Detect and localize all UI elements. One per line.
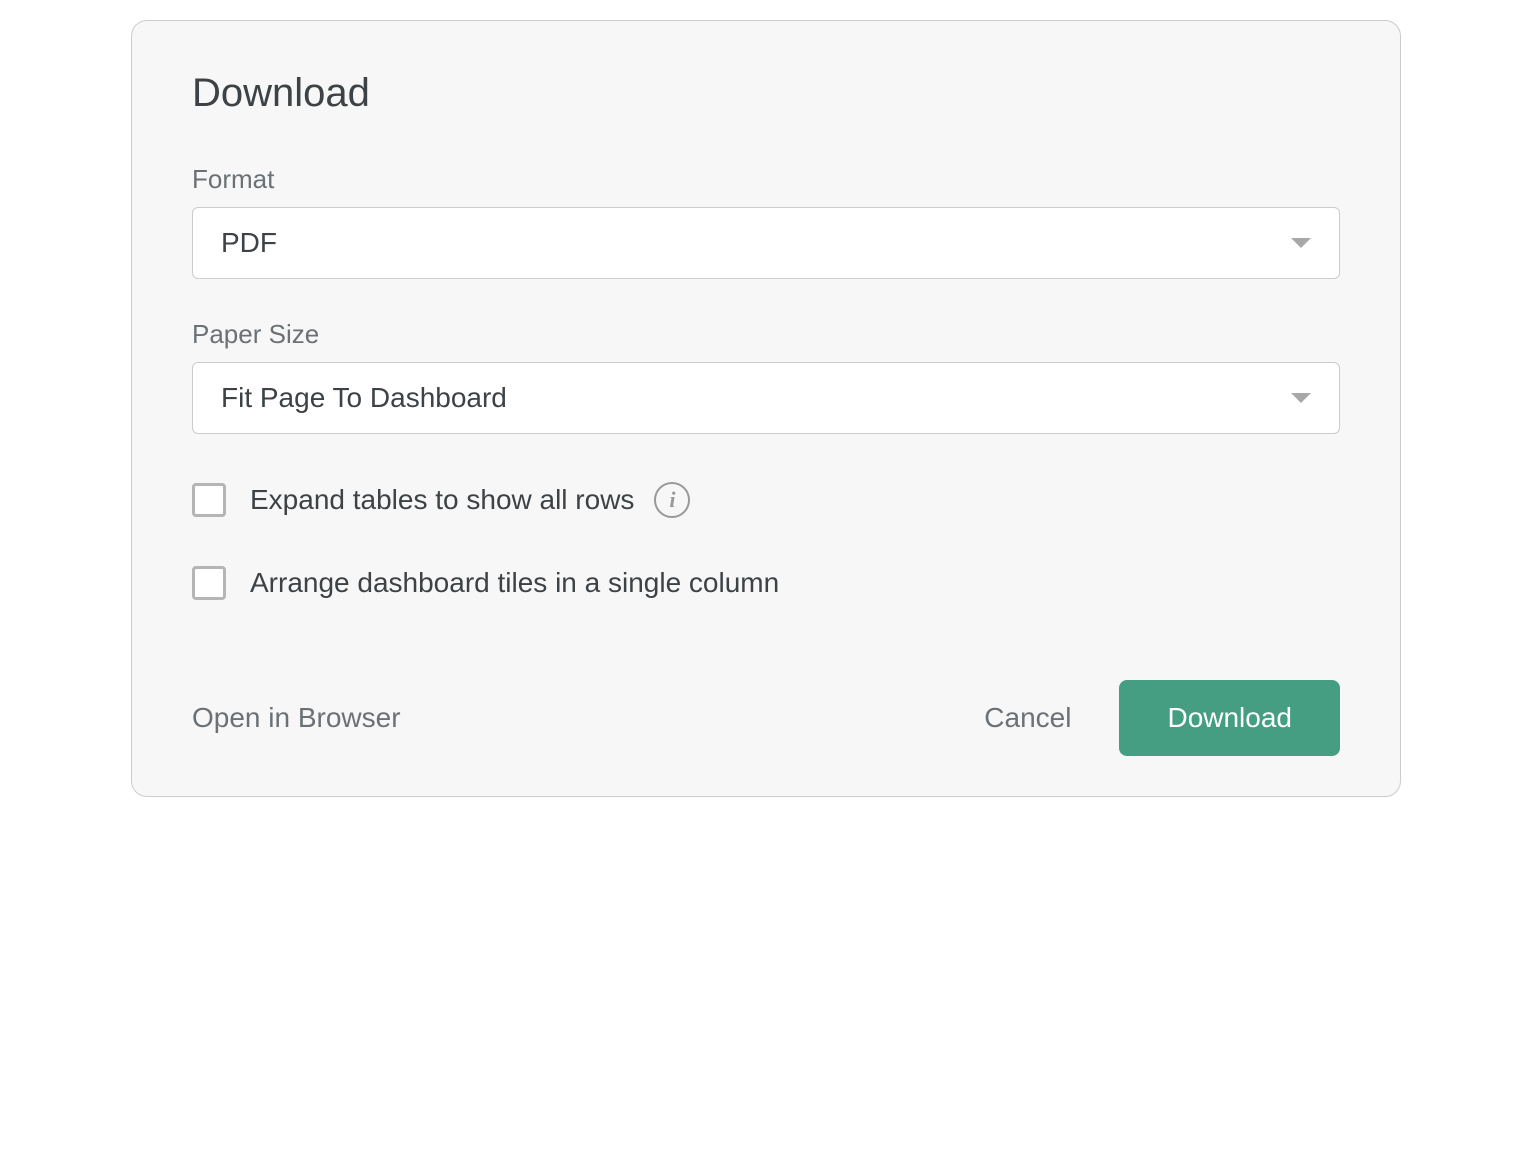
format-label: Format	[192, 164, 1340, 195]
format-select[interactable]: PDF	[192, 207, 1340, 279]
paper-size-label: Paper Size	[192, 319, 1340, 350]
info-icon-glyph: i	[669, 489, 675, 511]
expand-tables-label[interactable]: Expand tables to show all rows	[250, 484, 634, 516]
download-dialog: Download Format PDF Paper Size Fit Page …	[131, 20, 1401, 797]
arrange-tiles-checkbox[interactable]	[192, 566, 226, 600]
expand-tables-row: Expand tables to show all rows i	[192, 482, 1340, 518]
expand-tables-checkbox[interactable]	[192, 483, 226, 517]
download-button[interactable]: Download	[1119, 680, 1340, 756]
format-field-group: Format PDF	[192, 164, 1340, 279]
format-select-value: PDF	[221, 227, 1291, 259]
paper-size-select[interactable]: Fit Page To Dashboard	[192, 362, 1340, 434]
footer-right: Cancel Download	[984, 680, 1340, 756]
dialog-footer: Open in Browser Cancel Download	[192, 680, 1340, 756]
caret-down-icon	[1291, 238, 1311, 248]
paper-size-field-group: Paper Size Fit Page To Dashboard	[192, 319, 1340, 434]
footer-left: Open in Browser	[192, 702, 401, 734]
open-in-browser-button[interactable]: Open in Browser	[192, 702, 401, 734]
info-icon[interactable]: i	[654, 482, 690, 518]
arrange-tiles-row: Arrange dashboard tiles in a single colu…	[192, 566, 1340, 600]
dialog-title: Download	[192, 71, 1340, 116]
arrange-tiles-label[interactable]: Arrange dashboard tiles in a single colu…	[250, 567, 779, 599]
checkbox-group: Expand tables to show all rows i Arrange…	[192, 482, 1340, 600]
cancel-button[interactable]: Cancel	[984, 702, 1071, 734]
paper-size-select-value: Fit Page To Dashboard	[221, 382, 1291, 414]
caret-down-icon	[1291, 393, 1311, 403]
